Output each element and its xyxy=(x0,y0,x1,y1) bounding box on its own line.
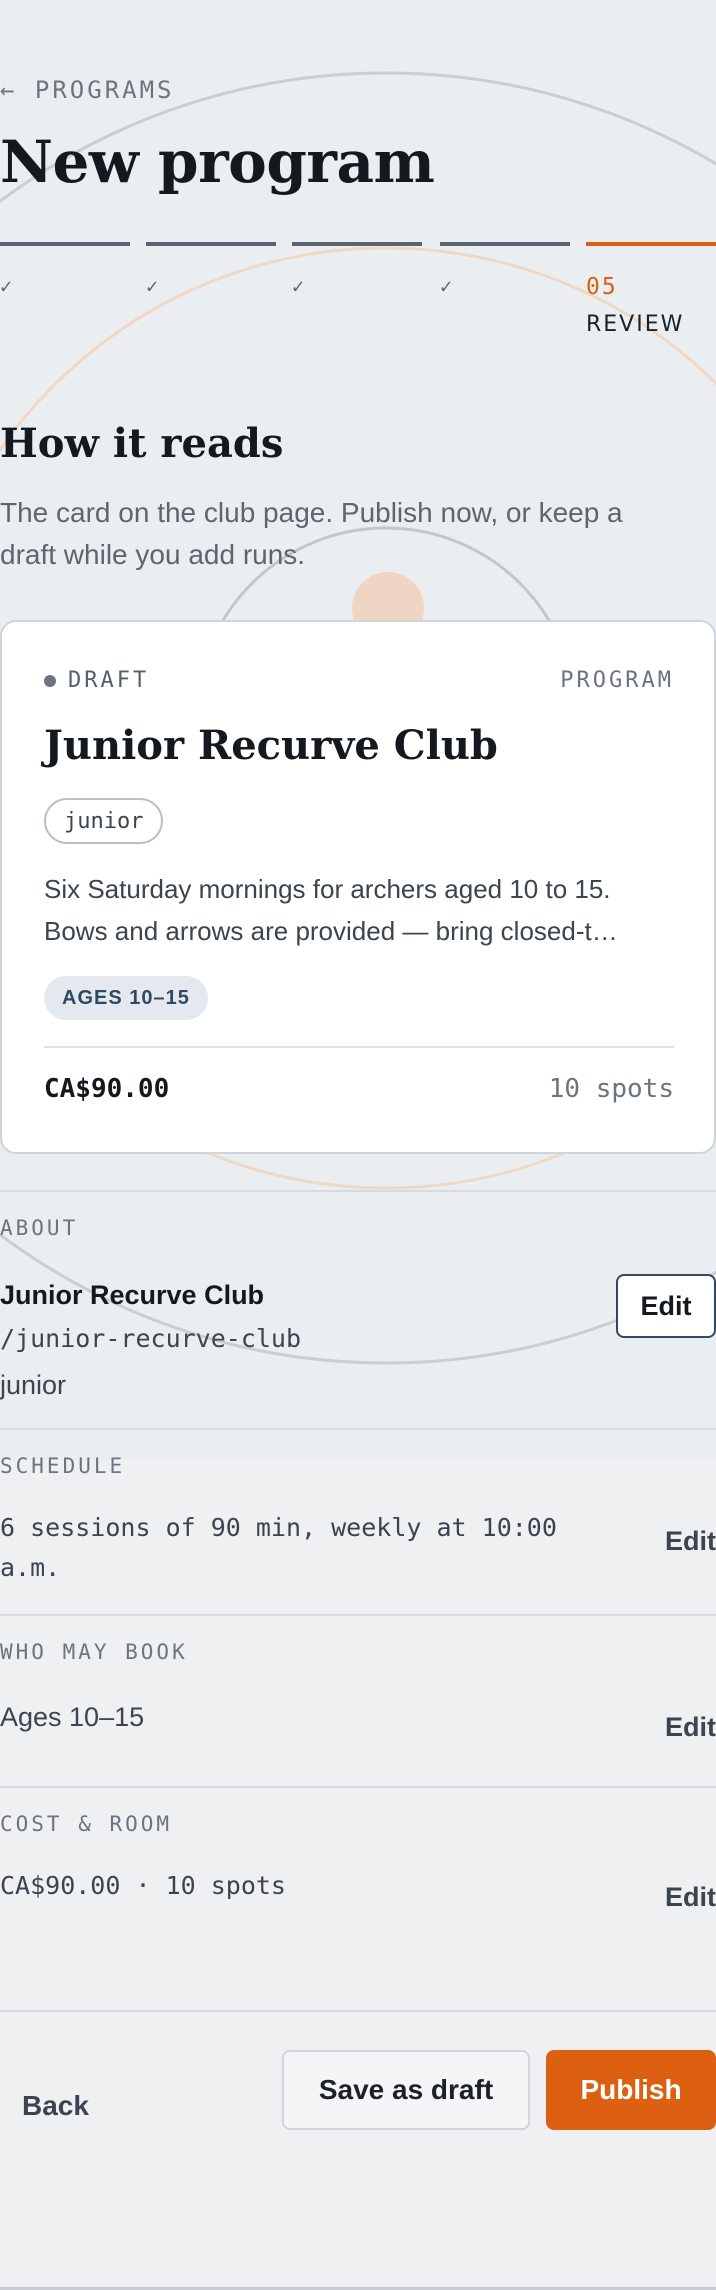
card-description-line: Six Saturday mornings for archers aged 1… xyxy=(44,874,611,904)
step-3[interactable]: ✓ xyxy=(292,242,422,298)
about-tag: junior xyxy=(0,1370,67,1400)
card-title: Junior Recurve Club xyxy=(44,722,498,769)
card-divider xyxy=(44,1046,674,1048)
card-price: CA$90.00 xyxy=(44,1074,170,1104)
edit-who-button[interactable]: Edit xyxy=(665,1712,716,1743)
edit-cost-button[interactable]: Edit xyxy=(665,1882,716,1913)
step-bar xyxy=(146,242,276,246)
schedule-line: a.m. xyxy=(0,1553,61,1582)
step-bar xyxy=(292,242,422,246)
card-spots: 10 spots xyxy=(548,1074,674,1104)
step-check-icon: ✓ xyxy=(440,274,453,298)
save-draft-button[interactable]: Save as draft xyxy=(282,2050,530,2130)
page-title: New program xyxy=(0,128,435,196)
step-check-icon: ✓ xyxy=(0,274,13,298)
card-type-label: PROGRAM xyxy=(560,668,674,693)
program-preview-card: DRAFT PROGRAM Junior Recurve Club junior… xyxy=(0,620,716,1154)
section-cost-room: COST & ROOM CA$90.00 · 10 spots Edit xyxy=(0,1786,716,2010)
ages-badge: AGES 10–15 xyxy=(44,976,208,1020)
section-who-may-book: WHO MAY BOOK Ages 10–15 Edit xyxy=(0,1614,716,1786)
about-program-name: Junior Recurve Club xyxy=(0,1280,265,1310)
step-check-icon: ✓ xyxy=(146,274,159,298)
step-bar xyxy=(440,242,570,246)
section-schedule: SCHEDULE 6 sessions of 90 min, weekly at… xyxy=(0,1428,716,1614)
step-bar xyxy=(0,242,130,246)
preview-lead: The card on the club page. Publish now, … xyxy=(0,497,623,570)
wizard-steps: ✓ ✓ ✓ ✓ 05 REVIEW xyxy=(0,242,716,352)
preview-heading: How it reads xyxy=(0,420,284,467)
step-check-icon: ✓ xyxy=(292,274,305,298)
step-bar-current xyxy=(586,242,716,246)
section-label: COST & ROOM xyxy=(0,1812,173,1836)
section-label: WHO MAY BOOK xyxy=(0,1640,188,1664)
status-text: DRAFT xyxy=(68,668,150,693)
edit-about-button[interactable]: Edit xyxy=(616,1274,716,1338)
section-about: ABOUT Junior Recurve Club /junior-recurv… xyxy=(0,1190,716,1428)
edit-schedule-button[interactable]: Edit xyxy=(665,1526,716,1557)
publish-button[interactable]: Publish xyxy=(546,2050,716,2130)
status-badge: DRAFT xyxy=(44,668,149,693)
cost-room-value: CA$90.00 · 10 spots xyxy=(0,1871,286,1900)
card-description-line: Bows and arrows are provided — bring clo… xyxy=(44,916,618,946)
step-number: 05 xyxy=(586,274,618,300)
breadcrumb-programs[interactable]: ← PROGRAMS xyxy=(0,76,175,104)
step-4[interactable]: ✓ xyxy=(440,242,570,298)
schedule-line: 6 sessions of 90 min, weekly at 10:00 xyxy=(0,1513,557,1542)
wizard-footer: Back Save as draft Publish xyxy=(0,2010,716,2130)
step-5-review: 05 REVIEW xyxy=(586,242,716,337)
step-label: REVIEW xyxy=(586,312,685,337)
back-button[interactable]: Back xyxy=(22,2090,89,2122)
who-may-book-value: Ages 10–15 xyxy=(0,1702,145,1732)
section-label: ABOUT xyxy=(0,1216,79,1240)
section-label: SCHEDULE xyxy=(0,1454,126,1478)
about-slug: /junior-recurve-club xyxy=(0,1324,302,1353)
card-tag: junior xyxy=(44,798,164,844)
schedule-summary: 6 sessions of 90 min, weekly at 10:00 a.… xyxy=(0,1508,557,1588)
step-2[interactable]: ✓ xyxy=(146,242,276,298)
card-description: Six Saturday mornings for archers aged 1… xyxy=(44,868,676,952)
status-dot-icon xyxy=(44,674,56,687)
step-1[interactable]: ✓ xyxy=(0,242,130,298)
